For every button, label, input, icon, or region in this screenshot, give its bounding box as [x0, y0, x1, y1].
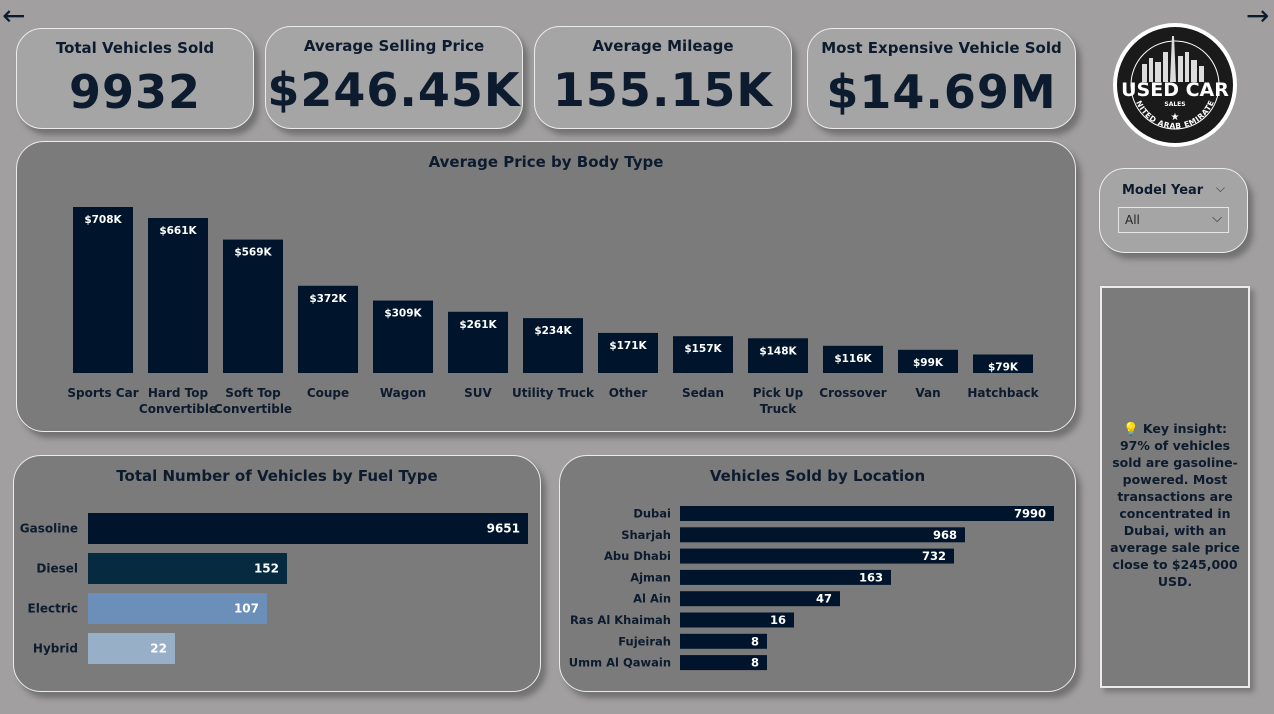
category-label: Convertible — [214, 402, 292, 416]
forward-arrow-icon[interactable]: → — [1246, 2, 1269, 30]
model-year-slicer: Model Year ⌵ All ⌵ — [1099, 168, 1248, 253]
category-label: SUV — [464, 386, 492, 400]
bar-data-label: $261K — [459, 319, 497, 331]
bar-data-label: 9651 — [487, 522, 520, 536]
insight-text: 💡 Key insight: 97% of vehicles sold are … — [1106, 420, 1244, 590]
kpi-card-most-expensive: Most Expensive Vehicle Sold $14.69M — [807, 28, 1076, 129]
lightbulb-icon: 💡 — [1122, 421, 1139, 436]
bar-data-label: $234K — [534, 325, 572, 337]
back-arrow-icon[interactable]: ← — [2, 2, 25, 30]
model-year-dropdown[interactable]: All ⌵ — [1118, 207, 1229, 233]
chevron-down-icon[interactable]: ⌵ — [1216, 181, 1225, 196]
kpi-label: Average Selling Price — [303, 37, 485, 55]
kpi-value: 155.15K — [552, 63, 774, 117]
bar-data-label: 968 — [933, 528, 957, 542]
kpi-label: Average Mileage — [592, 37, 734, 55]
category-label: Pick Up — [753, 386, 804, 400]
category-label: Truck — [760, 402, 797, 416]
category-label: Gasoline — [20, 522, 78, 536]
category-label: Sedan — [682, 386, 724, 400]
bar-data-label: 7990 — [1014, 507, 1046, 521]
insight-body: Key insight: 97% of vehicles sold are ga… — [1110, 421, 1240, 589]
bar-data-label: 732 — [922, 549, 946, 563]
category-label: Van — [915, 386, 940, 400]
bar-data-label: $372K — [309, 293, 347, 305]
kpi-label: Total Vehicles Sold — [55, 39, 215, 57]
category-label: Diesel — [36, 562, 78, 576]
bar-2 — [223, 239, 283, 373]
bar-data-label: $171K — [609, 340, 647, 352]
chevron-down-icon: ⌵ — [1212, 211, 1222, 226]
key-insight-box: 💡 Key insight: 97% of vehicles sold are … — [1100, 286, 1250, 688]
bar-1 — [148, 218, 208, 373]
category-label: Wagon — [380, 386, 426, 400]
body-type-price-panel: Average Price by Body Type $708K Sports C… — [16, 141, 1076, 432]
bar-data-label: 8 — [751, 634, 759, 648]
bar-data-label: 152 — [254, 562, 279, 576]
bar-0 — [680, 506, 1054, 521]
kpi-card-total-vehicles: Total Vehicles Sold 9932 — [16, 28, 254, 129]
category-label: Dubai — [633, 507, 671, 521]
bar-data-label: $99K — [913, 357, 944, 369]
kpi-value: 9932 — [68, 65, 202, 119]
category-label: Umm Al Qawain — [569, 656, 671, 670]
bar-data-label: 163 — [859, 570, 883, 584]
kpi-value: $14.69M — [826, 65, 1057, 119]
kpi-label: Most Expensive Vehicle Sold — [821, 39, 1062, 57]
bar-data-label: 8 — [751, 656, 759, 670]
bar-data-label: $79K — [988, 361, 1019, 373]
location-bar-chart: Dubai 7990 Sharjah 968 Abu Dhabi 732 Ajman 163 A… — [569, 506, 1054, 671]
body-type-bar-chart: $708K Sports Car $661K Hard Top Convertible $… — [67, 207, 1040, 416]
category-label: Sports Car — [67, 386, 138, 400]
kpi-card-average-mileage: Average Mileage 155.15K — [534, 26, 792, 129]
bar-0 — [73, 207, 133, 373]
used-car-sales-logo: USED CAR SALES ★ UNITED ARAB EMIRATES — [1109, 15, 1238, 148]
category-label: Ajman — [630, 570, 671, 584]
category-label: Hatchback — [967, 386, 1039, 400]
bar-data-label: 47 — [816, 592, 832, 606]
category-label: Fujeirah — [618, 634, 671, 648]
bar-1 — [680, 527, 965, 543]
category-label: Sharjah — [621, 528, 671, 542]
category-label: Coupe — [307, 386, 349, 400]
kpi-value: $246.45K — [267, 63, 521, 117]
category-label: Electric — [28, 602, 78, 616]
logo-subtitle: SALES — [1164, 101, 1185, 108]
category-label: Hard Top — [148, 386, 209, 400]
bar-data-label: 22 — [150, 642, 167, 656]
location-panel: Vehicles Sold by Location Dubai 7990 Sharj… — [559, 455, 1076, 692]
fuel-type-panel: Total Number of Vehicles by Fuel Type Ga… — [13, 455, 541, 692]
category-label: Convertible — [139, 402, 217, 416]
bar-data-label: $157K — [684, 343, 722, 355]
category-label: Al Ain — [633, 592, 671, 606]
kpi-card-average-price: Average Selling Price $246.45K — [265, 26, 523, 129]
bar-data-label: $569K — [234, 247, 272, 259]
category-label: Hybrid — [33, 642, 78, 656]
bar-data-label: $309K — [384, 308, 422, 320]
category-label: Utility Truck — [512, 386, 595, 400]
category-label: Soft Top — [225, 386, 281, 400]
slicer-title: Model Year — [1122, 183, 1204, 198]
bar-data-label: $708K — [84, 214, 122, 226]
logo-title: USED CAR — [1121, 79, 1229, 101]
bar-data-label: $148K — [759, 345, 797, 357]
category-label: Ras Al Khaimah — [570, 613, 671, 627]
bar-7 — [598, 332, 658, 373]
bar-2 — [680, 548, 954, 564]
bar-data-label: 107 — [234, 602, 259, 616]
bar-data-label: $661K — [159, 225, 197, 237]
bar-data-label: $116K — [834, 353, 872, 365]
category-label: Abu Dhabi — [604, 549, 671, 563]
category-label: Crossover — [819, 386, 886, 400]
bar-0 — [88, 513, 528, 544]
category-label: Other — [609, 386, 648, 400]
bar-data-label: 16 — [770, 613, 786, 627]
dropdown-value: All — [1125, 213, 1140, 227]
fuel-type-bar-chart: Gasoline 9651 Diesel 152 Electric 107 Hybrid 22 — [20, 513, 528, 664]
